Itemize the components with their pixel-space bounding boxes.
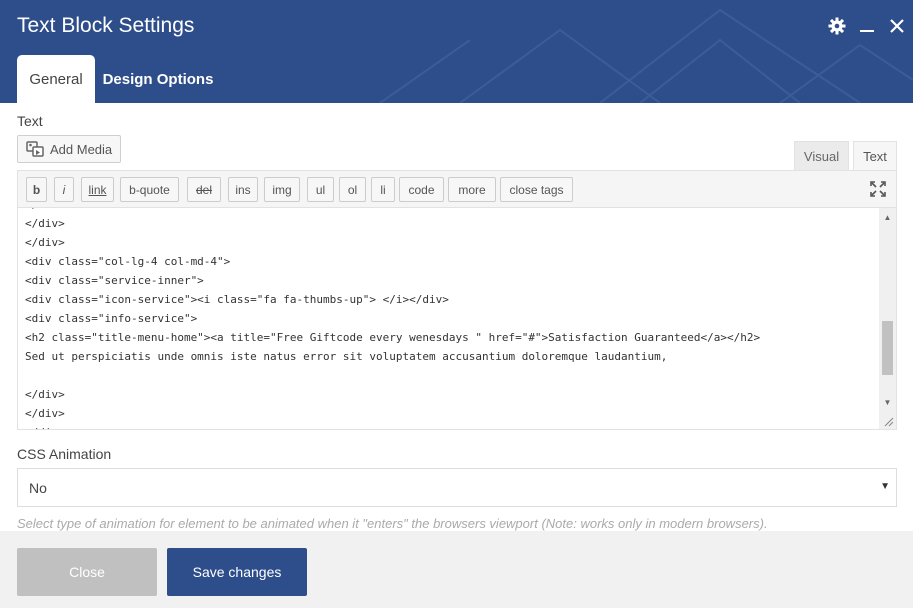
tab-text[interactable]: Text xyxy=(853,141,897,170)
modal-header: Text Block Settings General Design Optio… xyxy=(0,0,913,103)
code-line[interactable]: <div class="icon-service"><i class="fa f… xyxy=(25,290,760,309)
ins-button[interactable]: ins xyxy=(228,177,258,202)
resize-grip-icon[interactable] xyxy=(883,416,894,427)
code-line[interactable]: Sed ut perspiciatis unde omnis iste natu… xyxy=(25,347,760,366)
code-line[interactable]: <div class="service-inner"> xyxy=(25,271,760,290)
add-media-label: Add Media xyxy=(50,141,113,157)
modal-title: Text Block Settings xyxy=(17,14,195,37)
link-button[interactable]: link xyxy=(81,177,114,202)
code-button[interactable]: code xyxy=(399,177,444,202)
close-button[interactable]: Close xyxy=(17,548,157,596)
fullscreen-icon[interactable] xyxy=(870,181,886,202)
save-changes-button[interactable]: Save changes xyxy=(167,548,307,596)
add-media-button[interactable]: Add Media xyxy=(17,135,121,163)
code-content[interactable]: </div></div></div><div class="col-lg-4 c… xyxy=(25,208,760,429)
code-line[interactable]: </div> xyxy=(25,208,760,214)
code-line[interactable]: </div> xyxy=(25,423,760,429)
minimize-icon[interactable] xyxy=(855,14,879,38)
header-controls xyxy=(825,14,909,38)
italic-button[interactable]: i xyxy=(54,177,74,202)
media-icon xyxy=(26,141,44,157)
dropdown-arrow-icon: ▼ xyxy=(880,481,890,492)
text-editor[interactable]: </div></div></div><div class="col-lg-4 c… xyxy=(17,207,897,430)
css-animation-label: CSS Animation xyxy=(17,446,112,462)
code-line[interactable]: </div> xyxy=(25,233,760,252)
code-line[interactable] xyxy=(25,366,760,385)
close-icon[interactable] xyxy=(885,14,909,38)
more-button[interactable]: more xyxy=(448,177,496,202)
code-line[interactable]: </div> xyxy=(25,404,760,423)
img-button[interactable]: img xyxy=(264,177,300,202)
code-line[interactable]: </div> xyxy=(25,385,760,404)
b-quote-button[interactable]: b-quote xyxy=(120,177,179,202)
css-animation-value: No xyxy=(29,479,47,496)
code-line[interactable]: <h2 class="title-menu-home"><a title="Fr… xyxy=(25,328,760,347)
close-tags-button[interactable]: close tags xyxy=(500,177,573,202)
bold-button[interactable]: b xyxy=(26,177,47,202)
scroll-down-icon[interactable]: ▼ xyxy=(879,395,896,409)
tab-visual[interactable]: Visual xyxy=(794,141,849,170)
css-animation-select[interactable]: No ▼ xyxy=(17,468,897,507)
tab-general[interactable]: General xyxy=(17,55,95,103)
scroll-up-icon[interactable]: ▲ xyxy=(879,210,896,224)
text-label: Text xyxy=(17,113,43,129)
ul-button[interactable]: ul xyxy=(307,177,334,202)
quicktags-toolbar: b i link b-quote del ins img ul ol li co… xyxy=(17,170,897,207)
code-line[interactable]: <div class="info-service"> xyxy=(25,309,760,328)
gear-icon[interactable] xyxy=(825,14,849,38)
editor-scrollbar[interactable]: ▲ ▼ xyxy=(879,208,896,429)
li-button[interactable]: li xyxy=(371,177,395,202)
code-line[interactable]: <div class="col-lg-4 col-md-4"> xyxy=(25,252,760,271)
modal-footer: Close Save changes xyxy=(0,531,913,608)
scroll-thumb[interactable] xyxy=(882,321,893,375)
code-line[interactable]: </div> xyxy=(25,214,760,233)
ol-button[interactable]: ol xyxy=(339,177,366,202)
css-animation-help: Select type of animation for element to … xyxy=(17,516,768,531)
del-button[interactable]: del xyxy=(187,177,221,202)
tab-design-options[interactable]: Design Options xyxy=(95,55,221,103)
